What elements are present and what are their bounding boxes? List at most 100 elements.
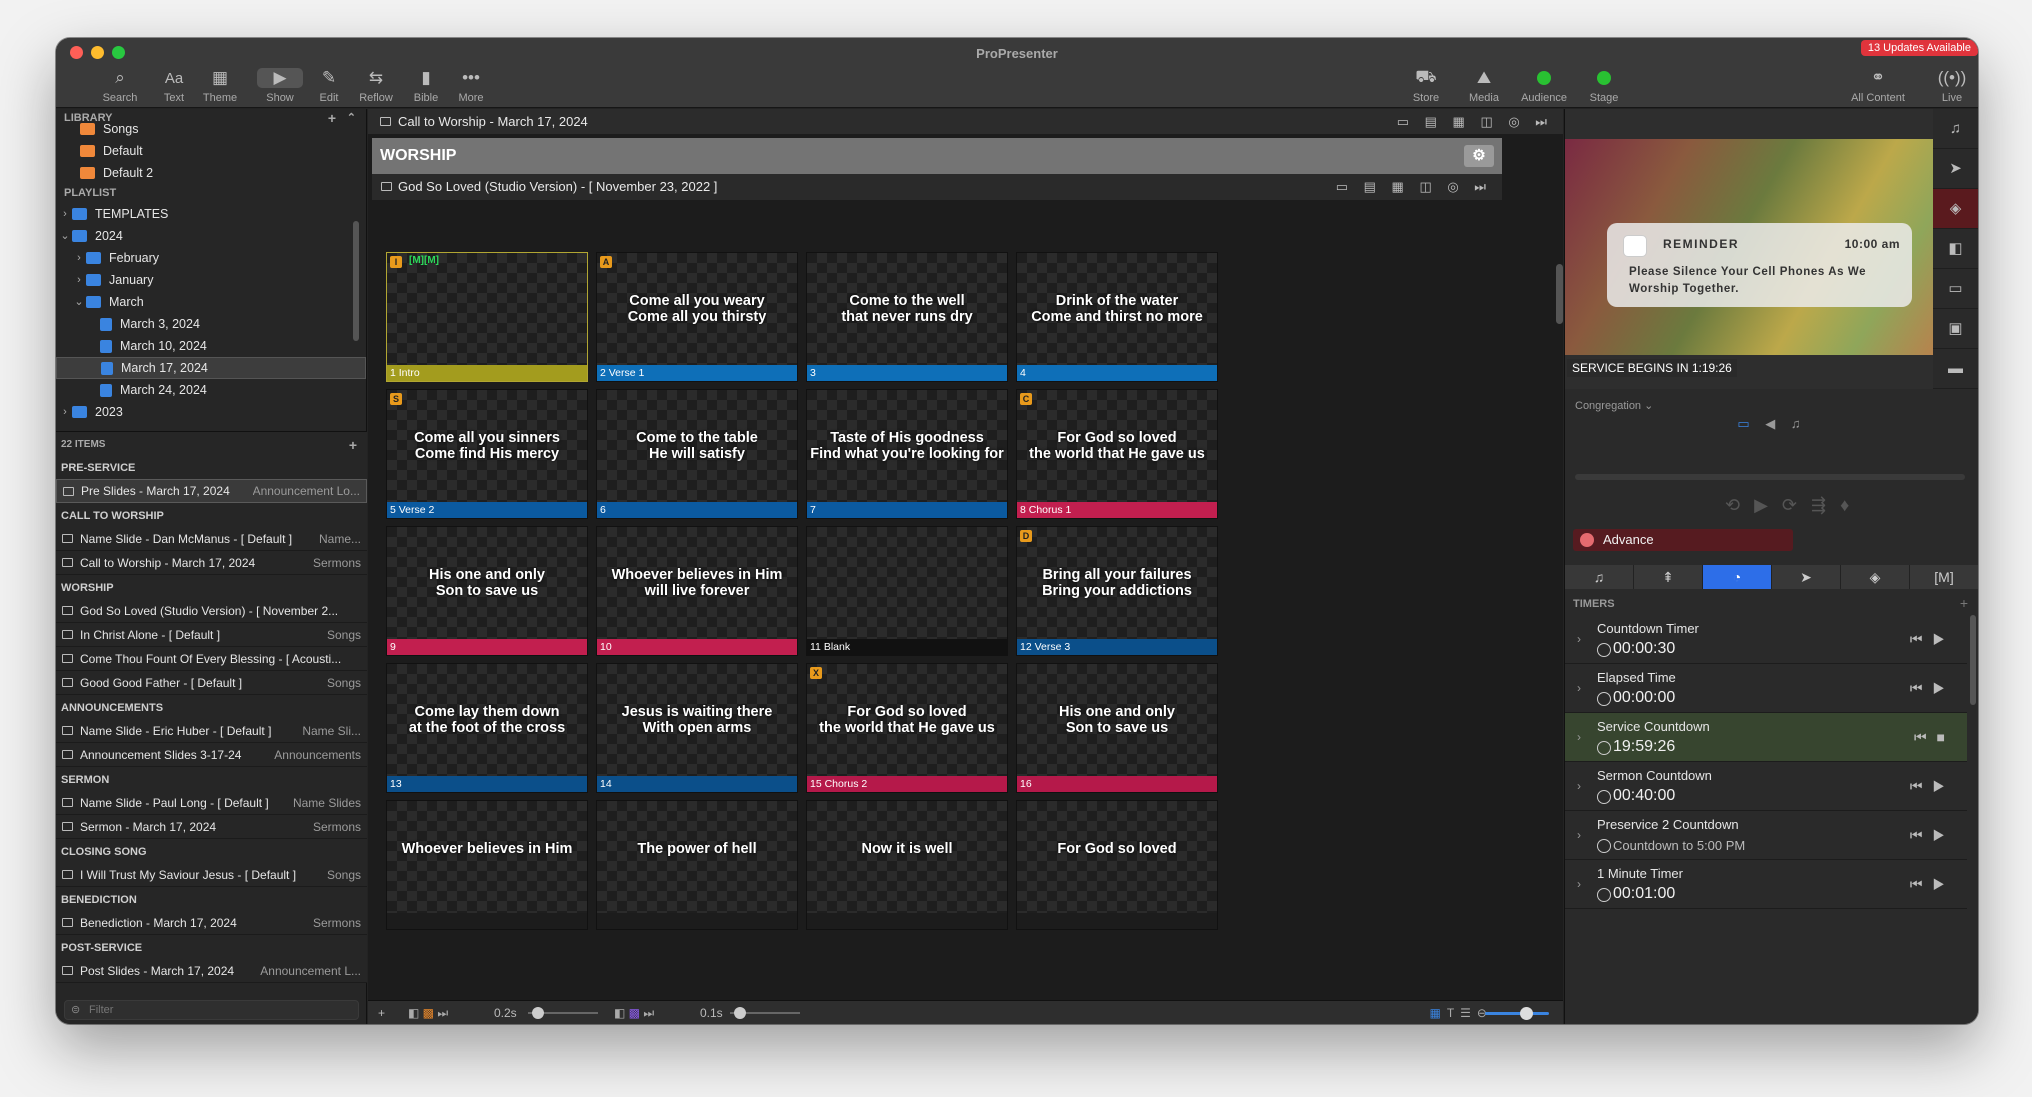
toolbar-more-button[interactable]: ••• More — [441, 68, 501, 104]
slide-thumbnail[interactable]: Come to the table He will satisfy 6 — [596, 389, 798, 519]
timer-controls[interactable]: ⏮■ — [1914, 729, 1955, 746]
chevron-icon[interactable]: › — [1577, 730, 1581, 744]
slide-thumbnail[interactable]: For God so loved the world that He gave u… — [1016, 389, 1218, 519]
slider-knob[interactable] — [532, 1007, 544, 1019]
playlist-tree-item[interactable]: March 3, 2024 — [56, 313, 366, 335]
slides-scrollbar[interactable] — [1556, 264, 1563, 324]
slide-thumbnail[interactable]: For God so loved — [1016, 800, 1218, 930]
timers-scrollbar[interactable] — [1970, 615, 1976, 705]
slide-icon[interactable]: ▭ — [1933, 269, 1978, 309]
playlist-item[interactable]: Announcement Slides 3-17-24 Announcements — [56, 743, 367, 767]
timer-row[interactable]: › Elapsed Time 00:00:00 ⏮▶ — [1565, 664, 1967, 713]
playlist-tree-item[interactable]: › January — [56, 269, 366, 291]
playlist-item[interactable]: I Will Trust My Saviour Jesus - [ Defaul… — [56, 863, 367, 887]
slide-thumbnail[interactable]: His one and only Son to save us 16 — [1016, 663, 1218, 793]
chevron-icon[interactable]: › — [1577, 779, 1581, 793]
preview-mode-icons[interactable]: ▭ ◀ ♫ — [1565, 416, 1978, 436]
timer-row[interactable]: › Countdown Timer 00:00:30 ⏮▶ — [1565, 615, 1967, 664]
gear-icon[interactable]: ⚙ — [1464, 145, 1494, 167]
playlist-tree-item[interactable]: › 2023 — [56, 401, 366, 423]
slide-thumbnail[interactable]: The power of hell — [596, 800, 798, 930]
slide-thumbnail[interactable]: Come all you weary Come all you thirsty A 2… — [596, 252, 798, 382]
playlist-tree-item[interactable]: March 10, 2024 — [56, 335, 366, 357]
sidebar-scrollbar[interactable] — [353, 221, 359, 341]
tab-audio[interactable]: ♫ — [1565, 565, 1634, 589]
timer-controls[interactable]: ⏮▶ — [1910, 680, 1955, 697]
chevron-icon[interactable]: ⌄ — [58, 225, 72, 247]
slide-thumbnail[interactable]: Whoever believes in Him — [386, 800, 588, 930]
playlist-item[interactable]: Come Thou Fount Of Every Blessing - [ Ac… — [56, 647, 367, 671]
slide-thumbnail[interactable]: Come lay them down at the foot of the cro… — [386, 663, 588, 793]
chevron-icon[interactable]: ⌄ — [72, 291, 86, 313]
slide-thumbnail[interactable]: Drink of the water Come and thirst no mor… — [1016, 252, 1218, 382]
layers-icon[interactable]: ◈ — [1933, 189, 1978, 229]
playlist-item[interactable]: Call to Worship - March 17, 2024 Sermons — [56, 551, 367, 575]
add-item-button[interactable]: + — [349, 432, 357, 458]
updates-badge[interactable]: 13 Updates Available — [1860, 40, 1978, 56]
slide-thumbnail[interactable]: Whoever believes in Him will live forever… — [596, 526, 798, 656]
toolbar-search-button[interactable]: ⌕ Search — [90, 68, 150, 104]
toolbar-store-button[interactable]: ⛟ Store — [1396, 67, 1456, 104]
chevron-icon[interactable]: › — [72, 247, 86, 269]
playlist-item[interactable]: Sermon - March 17, 2024 Sermons — [56, 815, 367, 839]
filter-field[interactable]: ⊜ Filter — [64, 1000, 359, 1020]
timer-controls[interactable]: ⏮▶ — [1910, 631, 1955, 648]
audio-icon[interactable]: ♫ — [1933, 109, 1978, 149]
playlist-item[interactable]: Benediction - March 17, 2024 Sermons — [56, 911, 367, 935]
chevron-icon[interactable]: › — [1577, 681, 1581, 695]
timer-controls[interactable]: ⏮▶ — [1910, 876, 1955, 893]
playlist-tree-item[interactable]: March 24, 2024 — [56, 379, 366, 401]
tab-props[interactable]: ⇞ — [1634, 565, 1703, 589]
presentation-options-icons[interactable]: ▭ ▤ ▦ ◫ ◎ ⏭ — [1336, 174, 1492, 200]
toolbar-audience-button[interactable]: Audience — [1514, 68, 1574, 104]
timer-controls[interactable]: ⏮▶ — [1910, 827, 1955, 844]
messages-icon[interactable]: ◧ — [1933, 229, 1978, 269]
slide-thumbnail[interactable]: Now it is well — [806, 800, 1008, 930]
toolbar-stage-button[interactable]: Stage — [1574, 68, 1634, 104]
video-icon[interactable]: ▬ — [1933, 349, 1978, 389]
transition-icons[interactable]: ◧ ▩ ⏭ — [408, 1001, 448, 1024]
zoom-slider[interactable] — [1485, 1012, 1549, 1015]
slide-thumbnail[interactable]: For God so loved the world that He gave u… — [806, 663, 1008, 793]
media-icon[interactable]: ▣ — [1933, 309, 1978, 349]
toolbar-theme-button[interactable]: ▦ Theme — [190, 68, 250, 104]
timer-row[interactable]: › Preservice 2 Countdown Countdown to 5:00… — [1565, 811, 1967, 860]
chevron-icon[interactable]: › — [1577, 632, 1581, 646]
media-progress-bar[interactable] — [1575, 474, 1965, 480]
slide-thumbnail[interactable]: Taste of His goodness Find what you're lo… — [806, 389, 1008, 519]
view-options-icons[interactable]: ▭ ▤ ▦ ◫ ◎ ⏭ — [1397, 109, 1553, 134]
tab-announcements[interactable]: ➤ — [1772, 565, 1841, 589]
add-icon[interactable]: + — [378, 1001, 385, 1024]
playlist-item[interactable]: In Christ Alone - [ Default ] Songs — [56, 623, 367, 647]
library-item[interactable]: Default — [56, 140, 366, 162]
view-mode-icons[interactable]: ▦T☰⊖ — [1430, 1001, 1494, 1024]
playlist-item[interactable]: Pre Slides - March 17, 2024 Announcement … — [56, 479, 367, 503]
playlist-item[interactable]: Post Slides - March 17, 2024 Announcement… — [56, 959, 367, 983]
timer-row[interactable]: › Sermon Countdown 00:40:00 ⏮▶ — [1565, 762, 1967, 811]
library-item[interactable]: Default 2 — [56, 162, 366, 184]
chevron-icon[interactable]: › — [1577, 877, 1581, 891]
slide-thumbnail[interactable]: I [M][M] 1 Intro — [386, 252, 588, 382]
slider-knob[interactable] — [734, 1007, 746, 1019]
slide-thumbnail[interactable]: Come to the well that never runs dry 3 — [806, 252, 1008, 382]
playlist-item[interactable]: Good Good Father - [ Default ] Songs — [56, 671, 367, 695]
tab-timers[interactable]: ◔ — [1703, 565, 1772, 589]
timer-row[interactable]: › 1 Minute Timer 00:01:00 ⏮▶ — [1565, 860, 1967, 909]
slide-thumbnail[interactable]: Come all you sinners Come find His mercy S… — [386, 389, 588, 519]
timer-row[interactable]: › Service Countdown 19:59:26 ⏮■ — [1565, 713, 1967, 762]
playlist-item[interactable]: Name Slide - Eric Huber - [ Default ] Nam… — [56, 719, 367, 743]
slide-thumbnail[interactable]: 11 Blank — [806, 526, 1008, 656]
playlist-tree-item[interactable]: › TEMPLATES — [56, 203, 366, 225]
playlist-tree-item[interactable]: ⌄ 2024 — [56, 225, 366, 247]
timer-controls[interactable]: ⏮▶ — [1910, 778, 1955, 795]
chevron-icon[interactable]: › — [58, 401, 72, 423]
slide-thumbnail[interactable]: His one and only Son to save us 9 — [386, 526, 588, 656]
add-timer-button[interactable]: + — [1960, 595, 1968, 611]
media-transition-icons[interactable]: ◧ ▩ ⏭ — [614, 1001, 654, 1024]
advance-button[interactable]: Advance — [1573, 529, 1793, 551]
toolbar-live-button[interactable]: ((•)) Live — [1922, 68, 1978, 104]
playlist-tree-item[interactable]: ⌄ March — [56, 291, 366, 313]
tab-macros[interactable]: [M] — [1910, 565, 1978, 589]
toolbar-media-button[interactable]: ⛰ Media — [1454, 68, 1514, 104]
media-transition-time[interactable]: 0.1s — [700, 1001, 723, 1024]
